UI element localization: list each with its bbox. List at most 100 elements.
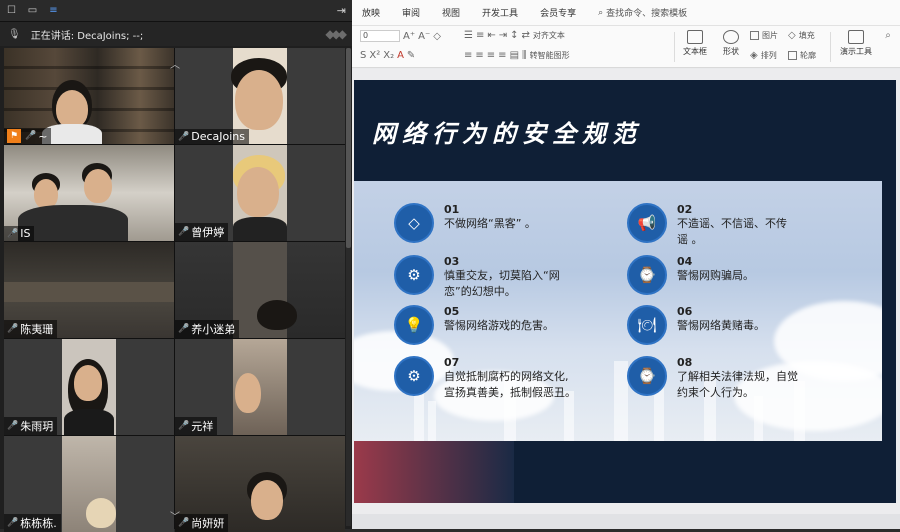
fill-button[interactable]: ◇ 填充 [788,30,815,41]
speaking-bar: 🎙 正在讲话: DecaJoins; --; ◆◆◆ [0,22,352,46]
find-button[interactable]: ⌕ [878,30,898,41]
video-tile[interactable]: 🎤 陈夷珊 [4,242,174,338]
rule-item-08: ⌚ 08 了解相关法律法规，自觉约束个人行为。 [627,356,827,401]
video-tile[interactable]: 🎤 曾伊婷 [175,145,345,241]
status-bar [352,514,900,529]
ribbon-toolbar: 0 A⁺ A⁻ ◇ S X² X₂ A ✎ ☰ ≡ ⇤ ⇥ ↕ ⇄ 对齐文本 ≡… [352,26,900,68]
participant-name-tag: 🎤 养小迷弟 [175,320,240,338]
video-tile[interactable]: 🎤 IS [4,145,174,241]
layout-icon[interactable]: ☐ [6,5,17,16]
participant-name: 曾伊婷 [191,226,225,239]
clear-format-icon[interactable]: ◇ [433,31,441,42]
font-color-icon[interactable]: A [397,50,404,61]
menu-item-view[interactable]: 视图 [442,6,460,19]
participant-name-tag: 🎤 栋栋栋. [4,514,61,532]
outline-icon [788,51,797,60]
decrease-font-icon[interactable]: A⁻ [418,31,430,42]
line-spacing-icon[interactable]: ↕ [510,30,518,41]
distribute-icon[interactable]: ▤ [510,50,519,61]
numbering-icon[interactable]: ≡ [476,30,484,41]
meeting-scrollbar[interactable] [346,48,351,526]
participant-name-tag: 🎤 尚妍妍 [175,514,229,532]
justify-icon[interactable]: ≡ [498,50,506,61]
text-direction-icon[interactable]: ⇄ [522,30,530,41]
arrange-button[interactable]: ◈ 排列 [750,50,777,61]
subscript-icon[interactable]: X₂ [383,50,394,61]
video-tile[interactable]: ⚑ 🎤 ~ [4,48,174,144]
increase-font-icon[interactable]: A⁺ [403,31,415,42]
picture-icon [750,31,759,40]
video-tile[interactable]: 🎤 尚妍妍 [175,436,345,532]
scroll-down-icon[interactable]: ﹀ [170,508,180,523]
participant-name: 陈夷珊 [20,323,54,336]
indent-icon[interactable]: ⇤ [487,30,495,41]
watch-icon: ⌚ [627,255,667,295]
outline-button[interactable]: 轮廓 [788,50,816,61]
shape-icon [723,30,739,44]
bullets-icon[interactable]: ☰ [464,30,473,41]
strikethrough-icon[interactable]: S [360,50,366,61]
microphone-muted-icon: 🎤 [7,518,19,528]
align-right-icon[interactable]: ≡ [487,50,495,61]
font-size-field[interactable]: 0 [360,30,400,42]
rule-item-07: ⚙ 07 自觉抵制腐朽的网络文化,宣扬真善美，抵制假恶丑。 [394,356,584,401]
participant-name-tag: 🎤 DecaJoins [175,129,249,144]
highlight-icon[interactable]: ✎ [407,50,415,61]
expand-icon[interactable]: ⇥ [337,4,346,17]
menu-item-review[interactable]: 审阅 [402,6,420,19]
participant-name-tag: 🎤 朱雨玥 [4,417,58,435]
microphone-muted-icon: 🎤 [7,228,19,239]
menu-item-slideshow[interactable]: 放映 [362,6,380,19]
meeting-toolbar: ☐ ▭ ≡ ⇥ [0,0,352,22]
host-icon: ⚑ [7,129,21,143]
video-tile[interactable]: 🎤 栋栋栋. [4,436,174,532]
menu-item-developer[interactable]: 开发工具 [482,6,518,19]
video-tile[interactable]: 🎤 元祥 [175,339,345,435]
participant-name: IS [20,227,31,240]
slide-decoration [354,441,514,503]
video-tile-active[interactable]: 🎤 DecaJoins [175,48,345,144]
outdent-icon[interactable]: ⇥ [499,30,507,41]
window-icon[interactable]: ▭ [27,5,38,16]
video-grid: ⚑ 🎤 ~ 🎤 DecaJoins 🎤 IS 🎤 曾伊婷 🎤 陈夷珊 🎤 养小迷… [4,48,345,532]
search-icon: ⌕ [598,7,604,18]
picture-button[interactable]: 图片 [750,30,778,41]
align-left-icon[interactable]: ≡ [464,50,472,61]
microphone-muted-icon: 🎤 [7,421,19,431]
slide[interactable]: 网络行为的安全规范 ◇ 01 不做网络“黑客” 。 ⚙ 03 慎重交友，切莫陷入… [354,80,896,503]
scroll-up-icon[interactable]: ︿ [170,56,180,71]
textbox-button[interactable]: 文本框 [678,30,712,57]
rule-item-03: ⚙ 03 慎重交友，切莫陷入“网恋”的幻想中。 [394,255,584,300]
slide-title: 网络行为的安全规范 [372,119,642,148]
rule-item-04: ⌚ 04 警惕网购骗局。 [627,255,827,295]
presenter-tools-icon [848,30,864,44]
microphone-muted-icon: 🎤 [7,324,19,334]
presenter-tools-button[interactable]: 演示工具 [834,30,878,57]
speaking-label: 正在讲话: DecaJoins; --; [30,30,144,42]
diamond-logo-icon: ◆◆◆ [325,27,347,41]
participant-name-tag: 🎤 IS [4,226,35,241]
columns-icon[interactable]: ⫼ [522,50,527,61]
gear-icon: ⚙ [394,255,434,295]
align-text-button[interactable]: 对齐文本 [533,30,565,41]
participant-name: 养小迷弟 [191,323,236,336]
stack-icon[interactable]: ≡ [48,5,59,16]
watch-icon: ⌚ [627,356,667,396]
align-center-icon[interactable]: ≡ [475,50,483,61]
textbox-icon [687,30,703,44]
participant-name: DecaJoins [191,130,245,143]
video-tile[interactable]: 🎤 养小迷弟 [175,242,345,338]
video-tile[interactable]: 🎤 朱雨玥 [4,339,174,435]
participant-name: 朱雨玥 [20,420,54,433]
microphone-muted-icon: 🎤 [178,227,190,237]
convert-smartart-button[interactable]: 转智能图形 [530,50,570,61]
participant-name-tag: 🎤 陈夷珊 [4,320,58,338]
microphone-icon: 🎙 [8,28,21,40]
menu-bar: 放映 审阅 视图 开发工具 会员专享 ⌕ 查找命令、搜索模板 [352,0,900,26]
superscript-icon[interactable]: X² [369,50,380,61]
shape-button[interactable]: 形状 [714,30,748,57]
menu-item-member[interactable]: 会员专享 [540,6,576,19]
slide-canvas: 网络行为的安全规范 ◇ 01 不做网络“黑客” 。 ⚙ 03 慎重交友，切莫陷入… [352,69,900,514]
microphone-icon: 🎤 [178,131,190,142]
command-search[interactable]: ⌕ 查找命令、搜索模板 [598,6,687,20]
